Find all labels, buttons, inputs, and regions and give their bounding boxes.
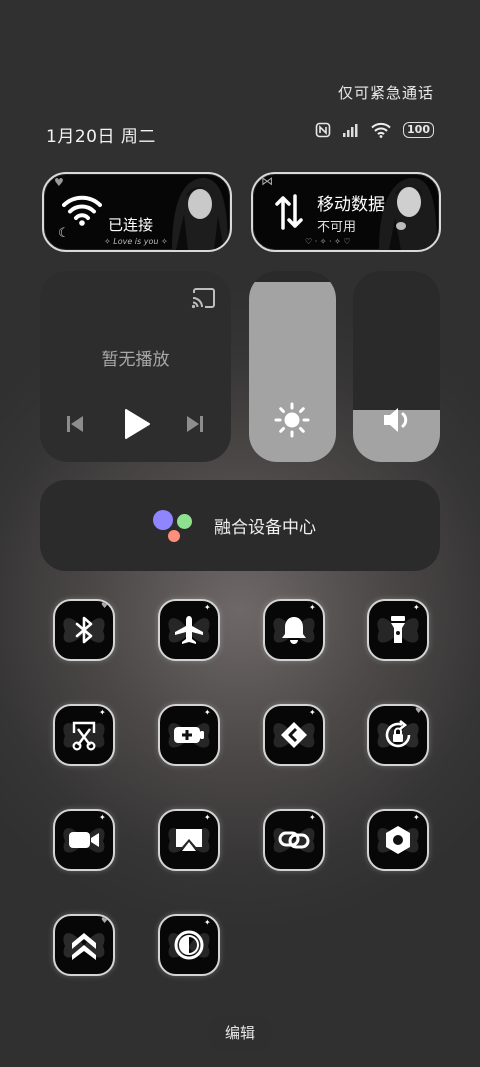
sparkle-icon: ✦ xyxy=(204,603,211,612)
performance-mode-tile[interactable]: ♥ xyxy=(53,914,115,976)
rotation-lock-tile[interactable]: ♥ xyxy=(367,704,429,766)
hub-logo-dot xyxy=(153,510,173,530)
screen-cast-icon xyxy=(176,829,202,851)
cast-icon[interactable] xyxy=(191,287,217,309)
flashlight-icon xyxy=(391,616,405,643)
sparkle-icon: ✦ xyxy=(99,813,106,822)
settings-tile[interactable]: ✦ xyxy=(367,809,429,871)
anime-figure-icon xyxy=(379,178,437,250)
hub-logo-dot xyxy=(168,530,180,542)
previous-icon[interactable] xyxy=(65,414,85,434)
sparkle-icon: ✦ xyxy=(204,918,211,927)
pill-decoration: ♡ · ✧ · ✧ ♡ xyxy=(305,237,351,246)
data-arrows-icon xyxy=(275,194,303,230)
dark-mode-tile[interactable]: ✦ xyxy=(158,914,220,976)
sparkle-icon: ✦ xyxy=(309,708,316,717)
play-icon[interactable] xyxy=(123,408,151,440)
bluetooth-tile[interactable]: ♥ xyxy=(53,599,115,661)
link-tile[interactable]: ✦ xyxy=(263,809,325,871)
media-title: 暂无播放 xyxy=(101,350,170,370)
heart-sticker-icon: ♥ xyxy=(54,176,64,189)
hub-logo-dot xyxy=(177,514,192,529)
airplane-mode-tile[interactable]: ✦ xyxy=(158,599,220,661)
media-player-panel[interactable]: 暂无播放 xyxy=(40,271,231,462)
double-chevron-up-icon xyxy=(72,933,96,960)
sparkle-icon: ✦ xyxy=(413,603,420,612)
bluetooth-icon xyxy=(75,616,93,644)
brightness-icon xyxy=(274,402,310,438)
screen-record-icon xyxy=(69,832,99,848)
rotation-lock-icon xyxy=(385,719,411,748)
link-icon xyxy=(278,831,310,849)
date-text: 1月20日 周二 xyxy=(46,127,156,147)
screenshot-icon xyxy=(72,721,96,751)
sparkle-icon: ✦ xyxy=(413,813,420,822)
airplane-icon xyxy=(175,616,203,644)
heart-sticker-icon: ♥ xyxy=(101,601,109,610)
anime-figure-icon xyxy=(172,177,228,250)
sparkle-icon: ✦ xyxy=(204,813,211,822)
sparkle-icon: ✦ xyxy=(309,603,316,612)
screen-record-tile[interactable]: ✦ xyxy=(53,809,115,871)
status-icons: 100 xyxy=(315,122,434,138)
brightness-slider[interactable] xyxy=(249,271,336,462)
dark-mode-icon xyxy=(174,930,204,960)
heart-sticker-icon: ♥ xyxy=(415,706,423,715)
mobile-data-toggle[interactable]: ⋈ 移动数据 不可用 ♡ · ✧ · ✧ ♡ xyxy=(251,172,441,252)
pill-decoration: ✧ Love is you ✧ xyxy=(104,237,168,246)
sparkle-icon: ✦ xyxy=(309,813,316,822)
wifi-icon xyxy=(62,195,102,226)
volume-slider[interactable] xyxy=(353,271,440,462)
mobile-data-status: 不可用 xyxy=(317,220,357,235)
device-hub-label: 融合设备中心 xyxy=(214,518,316,538)
nearby-share-tile[interactable]: ✦ xyxy=(263,704,325,766)
edit-button[interactable]: 编辑 xyxy=(207,1016,273,1050)
battery-icon: 100 xyxy=(403,122,434,138)
sparkle-icon: ✦ xyxy=(99,708,106,717)
screen-cast-tile[interactable]: ✦ xyxy=(158,809,220,871)
device-hub-button[interactable]: 融合设备中心 xyxy=(40,480,440,571)
screenshot-tile[interactable]: ✦ xyxy=(53,704,115,766)
ring-mode-tile[interactable]: ✦ xyxy=(263,599,325,661)
wifi-icon xyxy=(371,122,391,138)
moon-sticker-icon: ☾ xyxy=(58,226,70,241)
emergency-call-text: 仅可紧急通话 xyxy=(337,84,434,102)
flashlight-tile[interactable]: ✦ xyxy=(367,599,429,661)
wifi-status-label: 已连接 xyxy=(108,216,154,234)
next-icon[interactable] xyxy=(185,414,205,434)
butterfly-sticker-icon: ⋈ xyxy=(261,174,273,188)
wifi-toggle[interactable]: ♥ ☾ 已连接 ✧ Love is you ✧ xyxy=(42,172,232,252)
nfc-icon xyxy=(315,122,331,138)
nearby-share-icon xyxy=(281,722,307,748)
battery-saver-tile[interactable]: ✦ xyxy=(158,704,220,766)
battery-saver-icon xyxy=(174,727,204,743)
bell-icon xyxy=(282,617,306,644)
signal-icon xyxy=(343,123,359,137)
volume-icon xyxy=(384,408,408,432)
sparkle-icon: ✦ xyxy=(204,708,211,717)
settings-icon xyxy=(386,826,410,854)
heart-sticker-icon: ♥ xyxy=(101,916,109,925)
